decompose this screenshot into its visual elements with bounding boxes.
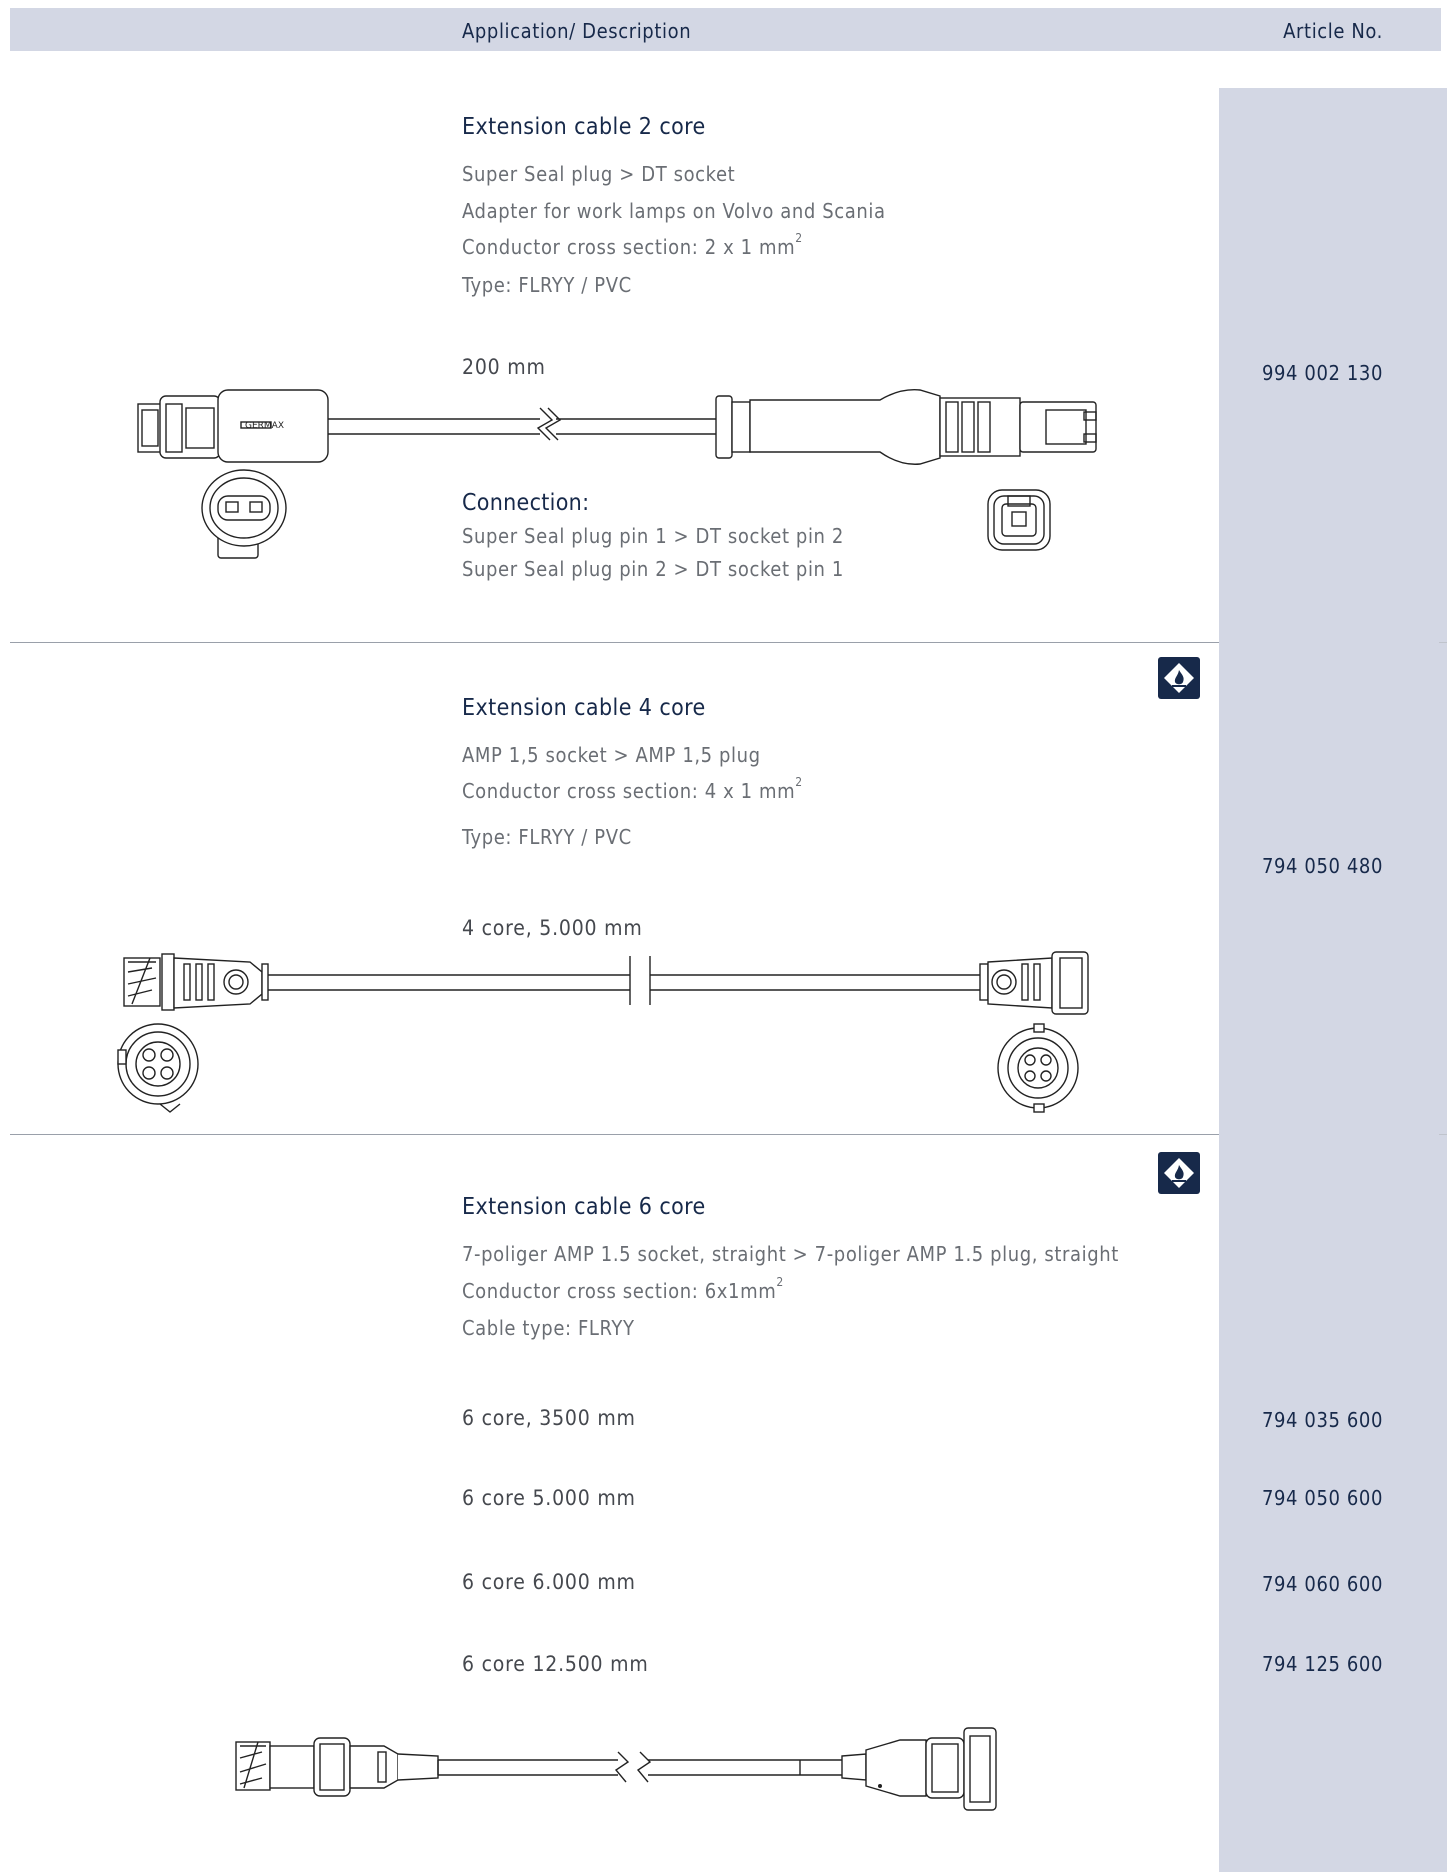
cable-6-core-drawing [235, 1727, 997, 1811]
